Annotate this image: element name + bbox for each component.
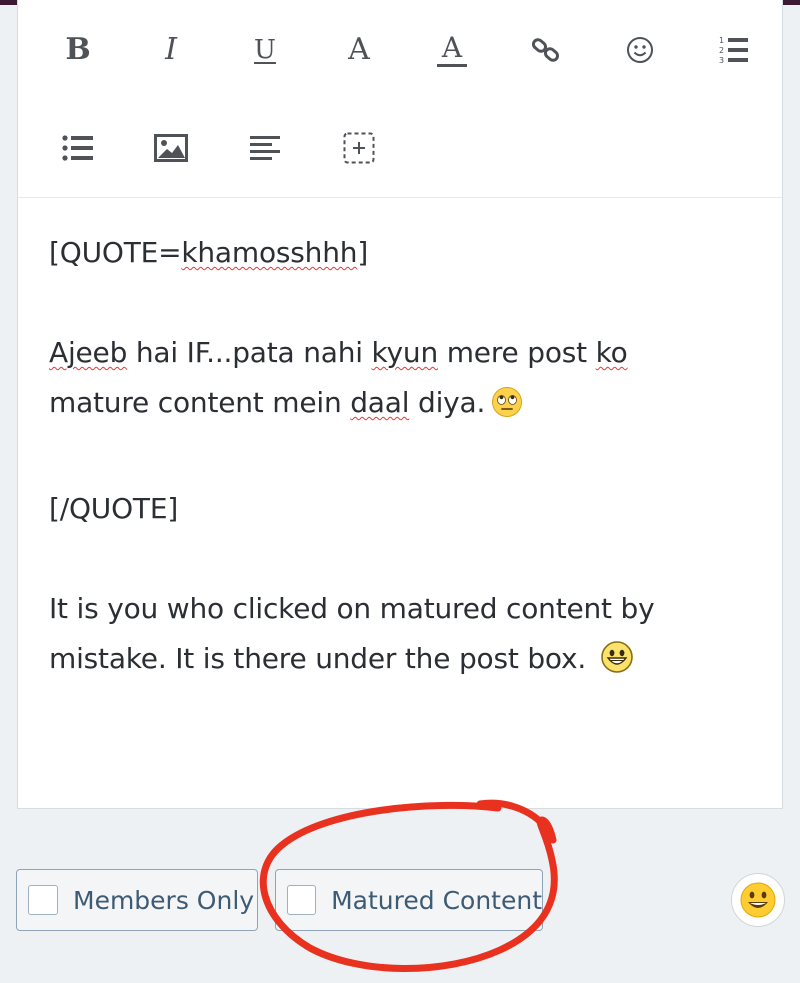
rolling-eyes-emoji [491,384,523,434]
smiley-button[interactable] [612,22,668,78]
bold-button[interactable]: B [50,22,106,78]
post-content[interactable]: [QUOTE=khamosshhh] Ajeeb hai IF...pata n… [49,228,749,690]
text-color-bar [437,63,467,67]
link-button[interactable] [518,22,574,78]
insert-box-icon [343,132,375,164]
align-icon [250,136,280,160]
image-icon [154,134,188,162]
post-editor[interactable]: B I U A A 1 2 3 [QUOTE=khamosshhh] Ajeeb… [17,0,783,809]
quote-close-line: [/QUOTE] [49,492,179,525]
quoted-text-line-1: Ajeeb hai IF...pata nahi kyun mere post … [49,336,628,369]
matured-content-checkbox[interactable] [287,885,317,915]
italic-button[interactable]: I [143,22,199,78]
matured-content-option[interactable]: Matured Content [275,869,543,931]
image-button[interactable] [143,120,199,176]
bullet-list-button[interactable] [50,120,106,176]
quote-username: khamosshhh [181,236,358,269]
bullet-list-icon [62,135,93,161]
font-size-button[interactable]: A [331,22,387,78]
reply-line-1: It is you who clicked on matured content… [49,592,655,625]
reply-line-2: mistake. It is there under the post box. [49,634,749,690]
ordered-list-icon: 1 2 3 [719,36,748,65]
matured-content-label: Matured Content [331,885,542,915]
members-only-option[interactable]: Members Only [16,869,258,931]
emoji-picker-icon [740,882,776,918]
quoted-text-line-2: mature content mein daal diya. [49,378,749,434]
quote-open-line: [QUOTE=khamosshhh] [49,236,369,269]
editor-toolbar: B I U A A 1 2 3 [18,0,782,198]
font-size-icon: A [348,32,370,67]
insert-box-button[interactable] [331,120,387,176]
members-only-checkbox[interactable] [28,885,58,915]
underline-icon: U [254,35,276,65]
grin-emoji [600,640,634,690]
svg-text:1: 1 [719,36,724,45]
emoji-picker-button[interactable] [731,873,785,927]
text-color-icon: A [441,30,463,64]
underline-button[interactable]: U [237,22,293,78]
italic-icon: I [165,32,177,67]
align-button[interactable] [237,120,293,176]
members-only-label: Members Only [73,885,255,915]
link-icon [531,38,560,62]
svg-text:2: 2 [719,46,724,55]
bold-icon: B [65,32,91,67]
smiley-icon [627,37,653,63]
ordered-list-button[interactable]: 1 2 3 [706,22,762,78]
svg-text:3: 3 [719,56,724,65]
text-color-button[interactable]: A [424,22,480,78]
